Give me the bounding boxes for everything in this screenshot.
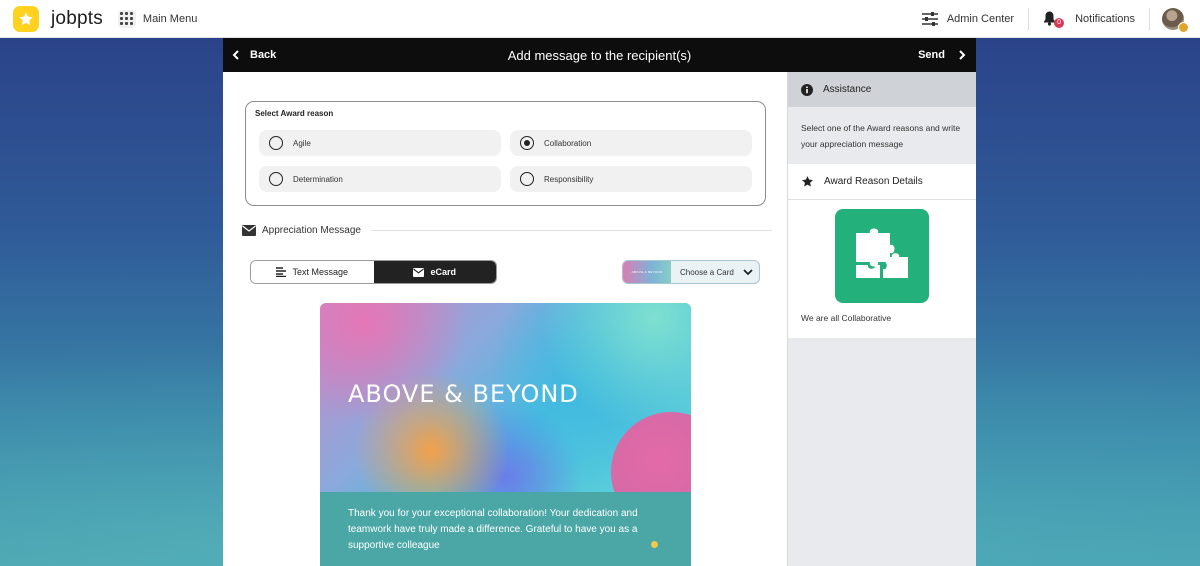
logo-text: jobpts xyxy=(51,7,103,29)
appreciation-section-header: Appreciation Message xyxy=(242,225,772,236)
main-menu-label: Main Menu xyxy=(142,12,198,25)
card-thumbnail: ABOVE & BEYOND xyxy=(623,261,671,283)
radio-button[interactable] xyxy=(520,172,534,186)
reason-label: Agile xyxy=(293,138,311,148)
assistance-title: Assistance xyxy=(823,84,872,95)
grid-menu-icon xyxy=(117,9,136,28)
text-message-label: Text Message xyxy=(292,267,349,277)
notifications-button[interactable]: 0 Notifications xyxy=(1029,8,1149,30)
choose-card-dropdown[interactable]: ABOVE & BEYOND Choose a Card xyxy=(622,260,760,284)
assistance-header: Assistance xyxy=(788,72,976,107)
envelope-icon xyxy=(413,267,425,277)
text-message-tab[interactable]: Text Message xyxy=(251,261,374,283)
ecard-title: ABOVE & BEYOND xyxy=(348,380,579,408)
star-icon xyxy=(802,176,813,187)
reason-option-determination[interactable]: Determination xyxy=(259,166,501,192)
ecard-label: eCard xyxy=(430,267,456,277)
star-logo-icon xyxy=(13,5,39,32)
main-menu-button[interactable]: Main Menu xyxy=(117,9,198,28)
badge-caption: We are all Collaborative xyxy=(801,313,892,323)
ecard-tab[interactable]: eCard xyxy=(373,261,496,283)
info-icon xyxy=(801,83,813,96)
panel-header: Back Add message to the recipient(s) Sen… xyxy=(223,38,976,72)
notifications-label: Notifications xyxy=(1075,12,1135,25)
notification-count-badge: 0 xyxy=(1054,17,1065,28)
back-label: Back xyxy=(250,49,277,61)
settings-badge-icon xyxy=(1178,21,1189,33)
admin-center-label: Admin Center xyxy=(946,12,1015,25)
chevron-right-icon xyxy=(959,50,966,60)
reason-label: Responsibility xyxy=(544,174,594,184)
radio-button[interactable] xyxy=(269,172,283,186)
back-button[interactable]: Back xyxy=(232,49,276,61)
assistance-sidebar: Assistance Select one of the Award reaso… xyxy=(787,72,976,566)
radio-button-selected[interactable] xyxy=(520,136,534,150)
award-reason-details-header: Award Reason Details xyxy=(788,164,976,200)
admin-center-button[interactable]: Admin Center xyxy=(908,8,1028,30)
reason-label: Collaboration xyxy=(544,138,592,148)
send-button[interactable]: Send xyxy=(918,49,966,61)
award-reason-group: Select Award reason Agile Collaboration … xyxy=(245,101,766,206)
page-title: Add message to the recipient(s) xyxy=(507,47,692,63)
text-lines-icon xyxy=(276,267,287,277)
ecard-preview: ABOVE & BEYOND Thank you for your except… xyxy=(320,303,691,566)
ecard-message: Thank you for your exceptional collabora… xyxy=(348,508,638,551)
envelope-icon xyxy=(242,225,256,236)
user-avatar[interactable] xyxy=(1162,7,1189,33)
assistance-text: Select one of the Award reasons and writ… xyxy=(788,107,976,164)
chevron-down-icon xyxy=(743,268,753,275)
chevron-left-icon xyxy=(232,50,239,60)
smile-emoji-icon xyxy=(651,541,658,548)
reason-option-agile[interactable]: Agile xyxy=(259,130,501,156)
reason-label: Determination xyxy=(293,174,343,184)
main-content: Select Award reason Agile Collaboration … xyxy=(223,72,787,566)
choose-card-label: Choose a Card xyxy=(680,267,734,277)
reason-option-responsibility[interactable]: Responsibility xyxy=(510,166,752,192)
divider xyxy=(1149,7,1150,30)
sliders-icon xyxy=(921,11,938,26)
top-navigation-bar: jobpts Main Menu Admin Center 0 Notifica… xyxy=(0,0,1200,38)
radio-button[interactable] xyxy=(269,136,283,150)
send-label: Send xyxy=(918,49,945,61)
add-message-panel: Back Add message to the recipient(s) Sen… xyxy=(223,38,976,566)
card-thumbnail-text: ABOVE & BEYOND xyxy=(631,270,663,274)
award-reason-title: Select Award reason xyxy=(255,109,334,118)
appreciation-label: Appreciation Message xyxy=(262,225,361,236)
puzzle-badge-icon xyxy=(835,209,929,303)
app-logo[interactable]: jobpts xyxy=(13,5,103,32)
reason-option-collaboration[interactable]: Collaboration xyxy=(510,130,752,156)
award-reason-details-title: Award Reason Details xyxy=(824,176,923,187)
divider xyxy=(370,230,772,231)
award-reason-details-card: We are all Collaborative xyxy=(788,200,976,338)
message-type-toggle: Text Message eCard xyxy=(250,260,497,284)
